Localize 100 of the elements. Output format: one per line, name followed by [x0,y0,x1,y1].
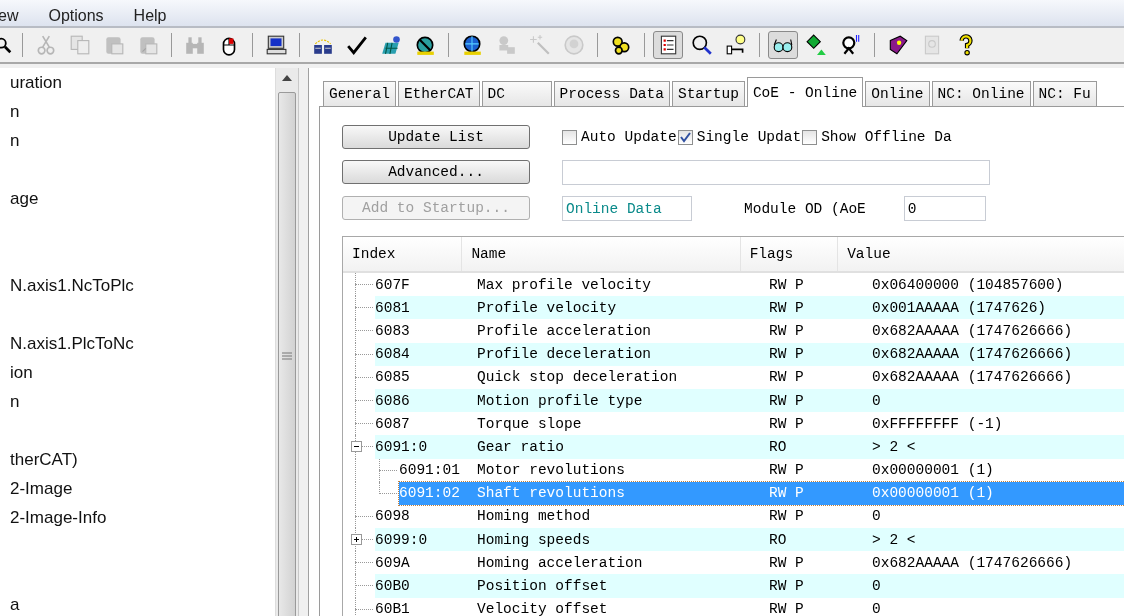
tab[interactable]: NC: Fu [1032,81,1097,106]
tree-item[interactable]: 2-Image-Info [10,507,107,528]
name-cell-text: Gear ratio [476,438,565,455]
flags-cell-text: RW P [768,485,805,502]
name-cell-text: Velocity offset [476,601,609,616]
toolbar-button[interactable] [653,31,683,59]
flags-cell-text: RO [768,438,788,455]
tree-item[interactable]: a [10,594,20,615]
name-cell-text: Profile deceleration [476,346,653,363]
table-row[interactable]: 6086 Motion profile type RW P 0 [375,388,1124,413]
checkbox[interactable] [802,129,818,145]
paste-icon [103,34,125,56]
table-row[interactable]: 6099:0 Homing speeds RO > 2 < [375,528,1124,552]
table-row[interactable]: 6091:0 Gear ratio RO > 2 < [375,435,1124,459]
value-cell-text: 0 [871,578,881,595]
menu-item[interactable]: Help [133,7,167,26]
copy-icon [69,34,91,56]
table-row[interactable]: 6081 Profile velocity RW P 0x001AAAAA (1747626) [375,296,1124,320]
tab[interactable]: DC [481,81,552,106]
name-cell-text: Profile acceleration [476,322,653,339]
column-header[interactable]: Name [462,237,741,271]
flags-cell-text: RW P [768,462,805,479]
tree-item[interactable]: therCAT) [10,449,78,470]
expand-icon[interactable] [351,534,362,546]
tree-item[interactable]: n [10,101,20,122]
table-row[interactable]: 6087 Torque slope RW P 0xFFFFFFFF (-1) [375,412,1124,436]
scroll-up-icon[interactable] [282,75,292,81]
tree-item[interactable]: N.axis1.PlcToNc [10,333,134,354]
value-cell-text: 0x682AAAAA (1747626666) [871,554,1073,571]
menu-item[interactable]: Options [48,7,104,26]
tree-item[interactable]: n [10,130,20,151]
value-cell-text: 0 [871,508,881,525]
column-header[interactable]: Flags [740,237,839,271]
name-cell-text: Homing acceleration [476,554,644,571]
name-cell-text: Quick stop deceleration [476,369,679,386]
tree-item[interactable]: uration [10,72,62,93]
module-od-label: Module OD (AoE [744,200,866,217]
value-cell-text: 0x682AAAAA (1747626666) [871,346,1073,363]
index-cell-text: 6087 [375,415,411,432]
tree-item[interactable]: N.axis1.NcToPlc [10,275,134,296]
tree-item[interactable]: ion [10,362,33,383]
tree-item[interactable]: n [10,391,20,412]
table-row[interactable]: 60B0 Position offset RW P 0 [375,574,1124,598]
module-od-field[interactable]: 0 [903,196,986,221]
name-cell-text: Motor revolutions [476,462,626,479]
flags-cell-text: RW P [768,554,805,571]
toolbar-button[interactable] [768,31,798,59]
table-row[interactable]: 607F Max profile velocity RW P 0x06400000 (104857600) [375,273,1124,297]
collapse-icon[interactable] [351,441,362,453]
push-button[interactable]: Advanced... [342,160,530,184]
binoculars-icon [184,34,206,56]
table-row[interactable]: 6098 Homing method RW P 0 [375,504,1124,529]
column-header[interactable]: Index [343,237,463,271]
flags-cell-text: RW P [768,299,805,316]
flags-cell-text: RW P [768,508,805,525]
value-cell-text: 0x00000001 (1) [871,485,994,502]
name-cell-text: Shaft revolutions [476,485,626,502]
scrollbar[interactable] [275,68,298,616]
index-cell-text: 60B1 [375,601,411,616]
tab[interactable]: General [323,81,396,106]
flags-cell-text: RW P [768,392,805,409]
tab[interactable]: Startup [671,81,745,106]
index-cell-text: 6083 [375,322,411,339]
index-cell-text: 6091:02 [399,485,461,502]
column-header[interactable]: Value [838,237,1124,271]
table-row[interactable]: 60B1 Velocity offset RW P 0 [375,597,1124,616]
name-cell-text: Torque slope [476,415,583,432]
checkbox[interactable] [677,129,693,145]
tab[interactable]: Online [865,81,930,106]
table-row[interactable]: 6083 Profile acceleration RW P 0x682AAAAA (1747626666) [375,319,1124,343]
check-icon [679,131,691,143]
check-icon [346,34,368,56]
globe-icon [461,34,483,56]
checkbox[interactable] [562,129,577,145]
push-button[interactable]: Update List [342,125,530,149]
wand-icon [529,34,551,56]
name-cell-text: Homing method [476,508,592,525]
name-cell-text: Motion profile type [476,392,644,409]
index-cell-text: 6098 [375,508,411,525]
table-row[interactable]: 6085 Quick stop deceleration RW P 0x682AAAAA (1747626666) [375,365,1124,389]
text-field[interactable] [562,160,990,185]
flags-cell-text: RW P [768,346,805,363]
index-cell-text: 6086 [375,392,411,409]
table-row[interactable]: 6084 Profile deceleration RW P 0x682AAAAA (1747626666) [375,342,1124,366]
search-icon [691,34,713,56]
value-cell-text: 0x06400000 (104857600) [871,276,1064,293]
index-cell-text: 60B0 [375,578,411,595]
value-cell-text: 0 [871,601,881,616]
table-row[interactable]: 6091:01 Motor revolutions RW P 0x00000001 (1) [399,458,1124,482]
paste-icon [137,34,159,56]
tab[interactable]: Process Data [553,81,670,106]
tree-item[interactable]: 2-Image [10,478,73,499]
index-cell-text: 6084 [375,346,411,363]
tab[interactable]: NC: Online [931,81,1031,106]
value-cell-text: 0x001AAAAA (1747626) [871,299,1047,316]
tab[interactable]: CoE - Online [746,77,864,107]
tree-item[interactable]: age [10,188,39,209]
table-row[interactable]: 609A Homing acceleration RW P 0x682AAAAA (1747626666) [375,551,1124,575]
scissors-icon [35,34,57,56]
tab[interactable]: EtherCAT [397,81,480,106]
